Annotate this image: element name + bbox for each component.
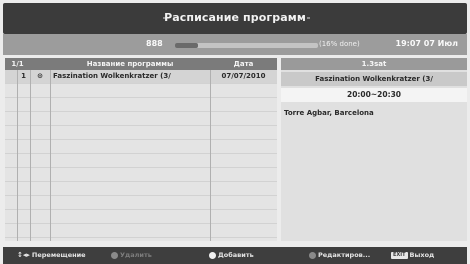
table-row[interactable] xyxy=(5,182,277,196)
col-divider xyxy=(30,70,31,241)
title-decor-right xyxy=(307,17,310,19)
exit-label: Выход xyxy=(409,251,435,259)
title-bar: Расписание программ xyxy=(3,3,467,34)
delete-hint[interactable]: Удалить xyxy=(111,251,152,259)
program-title: Faszination Wolkenkratzer (3/ xyxy=(281,72,467,86)
record-icon: ⊙ xyxy=(37,72,43,80)
row-number: 1 xyxy=(21,72,26,80)
col-divider xyxy=(210,70,211,241)
footer-bar: ↕◂▸ Перемещение Удалить Добавить Редактир… xyxy=(3,247,467,264)
move-label: Перемещение xyxy=(31,251,86,259)
move-hint[interactable]: ↕◂▸ Перемещение xyxy=(17,251,86,259)
table-row[interactable] xyxy=(5,126,277,140)
edit-hint[interactable]: Редактиров... xyxy=(309,251,370,259)
table-row[interactable] xyxy=(5,98,277,112)
table-row[interactable] xyxy=(5,84,277,98)
table-row[interactable] xyxy=(5,140,277,154)
green-key-icon xyxy=(209,251,216,259)
table-row[interactable] xyxy=(5,196,277,210)
program-detail-panel: 1.3sat Faszination Wolkenkratzer (3/ 20:… xyxy=(281,58,467,241)
add-hint[interactable]: Добавить xyxy=(209,251,254,259)
col-page-counter: 1/1 xyxy=(11,60,24,68)
clock: 19:07 07 Июл xyxy=(395,39,459,48)
col-divider xyxy=(17,70,18,241)
table-row[interactable] xyxy=(5,154,277,168)
table-row[interactable]: 1 ⊙ Faszination Wolkenkratzer (3/07/07/201… xyxy=(5,70,277,84)
col-program-name: Название программы xyxy=(86,60,174,68)
yellow-key-icon xyxy=(309,251,316,259)
edit-label: Редактиров... xyxy=(318,251,371,259)
delete-label: Удалить xyxy=(120,251,152,259)
exit-hint[interactable]: EXIT Выход xyxy=(391,251,434,259)
table-row[interactable] xyxy=(5,168,277,182)
epg-screen: Расписание программ 888 (16% done) 19:07… xyxy=(0,0,470,264)
program-time: 20:00~20:30 xyxy=(281,88,467,102)
row-date: 07/07/2010 xyxy=(221,72,266,80)
col-divider xyxy=(50,70,51,241)
red-key-icon xyxy=(111,251,118,259)
progress-fill xyxy=(175,43,198,48)
schedule-table: 1/1 Название программы Дата 1 ⊙ Faszinatio… xyxy=(5,58,277,241)
progress-text: (16% done) xyxy=(319,40,360,48)
table-row[interactable] xyxy=(5,210,277,224)
table-row[interactable] xyxy=(5,112,277,126)
channel-tab[interactable]: 1.3sat xyxy=(281,58,467,70)
page-title: Расписание программ xyxy=(164,11,306,24)
channel-number: 888 xyxy=(146,39,163,48)
row-program-name: Faszination Wolkenkratzer (3/ xyxy=(53,72,171,80)
table-header: 1/1 Название программы Дата xyxy=(5,58,277,70)
table-row[interactable] xyxy=(5,224,277,238)
program-description: Torre Agbar, Barcelona xyxy=(284,109,374,117)
status-bar: 888 (16% done) 19:07 07 Июл xyxy=(3,34,467,55)
add-label: Добавить xyxy=(218,251,254,259)
col-date: Дата xyxy=(233,60,254,68)
progress-bar xyxy=(175,43,318,48)
arrows-icon: ↕◂▸ xyxy=(17,251,30,259)
exit-key-icon: EXIT xyxy=(391,251,408,259)
